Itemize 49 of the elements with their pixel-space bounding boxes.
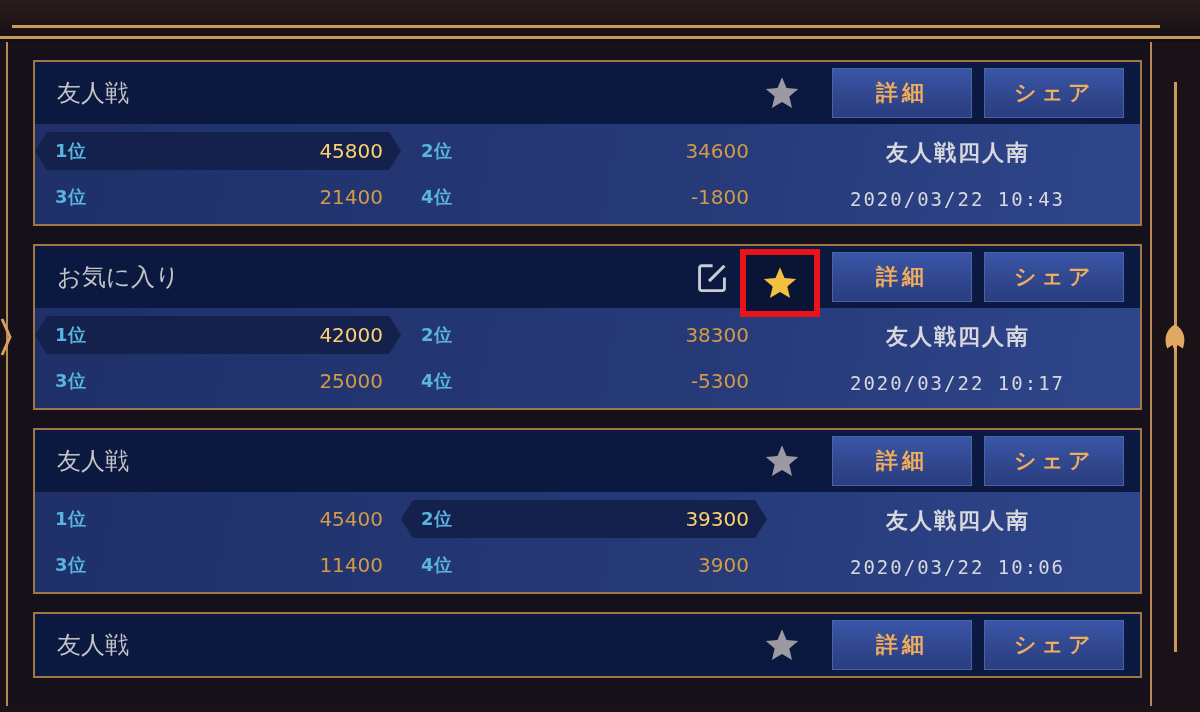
share-button[interactable]: シェア: [984, 68, 1124, 118]
rank-label: 2位: [421, 323, 452, 347]
score: -1800: [690, 185, 749, 209]
star-icon[interactable]: [764, 443, 800, 479]
rank-label: 2位: [421, 507, 452, 531]
share-button[interactable]: シェア: [984, 436, 1124, 486]
rank-label: 3位: [55, 369, 86, 393]
date-time: 2020/03/22 10:06: [850, 556, 1065, 578]
rank-label: 4位: [421, 369, 452, 393]
star-icon[interactable]: [762, 265, 798, 301]
scrollbar[interactable]: [1174, 82, 1177, 652]
share-button[interactable]: シェア: [984, 620, 1124, 670]
score: 45800: [319, 139, 383, 163]
rank-label: 1位: [55, 507, 86, 531]
score: 39300: [685, 507, 749, 531]
rank-label: 4位: [421, 553, 452, 577]
rank-label: 2位: [421, 139, 452, 163]
score: 11400: [319, 553, 383, 577]
edit-icon[interactable]: [696, 261, 728, 293]
score: 3900: [698, 553, 749, 577]
chevron-icon[interactable]: [0, 317, 12, 357]
details-button[interactable]: 詳細: [832, 68, 972, 118]
score: 38300: [685, 323, 749, 347]
score: -5300: [690, 369, 749, 393]
rank-label: 3位: [55, 185, 86, 209]
rank-label: 1位: [55, 323, 86, 347]
details-button[interactable]: 詳細: [832, 620, 972, 670]
rank-label: 3位: [55, 553, 86, 577]
date-time: 2020/03/22 10:17: [850, 372, 1065, 394]
share-button[interactable]: シェア: [984, 252, 1124, 302]
game-mode: 友人戦四人南: [885, 507, 1030, 535]
record-title: お気に入り: [57, 262, 180, 293]
date-time: 2020/03/22 10:43: [850, 188, 1065, 210]
record-title: 友人戦: [57, 630, 129, 661]
score: 25000: [319, 369, 383, 393]
score: 34600: [685, 139, 749, 163]
record-title: 友人戦: [57, 78, 129, 109]
game-mode: 友人戦四人南: [885, 323, 1030, 351]
score: 21400: [319, 185, 383, 209]
details-button[interactable]: 詳細: [832, 252, 972, 302]
score: 42000: [319, 323, 383, 347]
star-icon[interactable]: [764, 75, 800, 111]
record-title: 友人戦: [57, 446, 129, 477]
game-mode: 友人戦四人南: [885, 139, 1030, 167]
details-button[interactable]: 詳細: [832, 436, 972, 486]
score: 45400: [319, 507, 383, 531]
rank-label: 4位: [421, 185, 452, 209]
rank-label: 1位: [55, 139, 86, 163]
star-icon[interactable]: [764, 627, 800, 663]
